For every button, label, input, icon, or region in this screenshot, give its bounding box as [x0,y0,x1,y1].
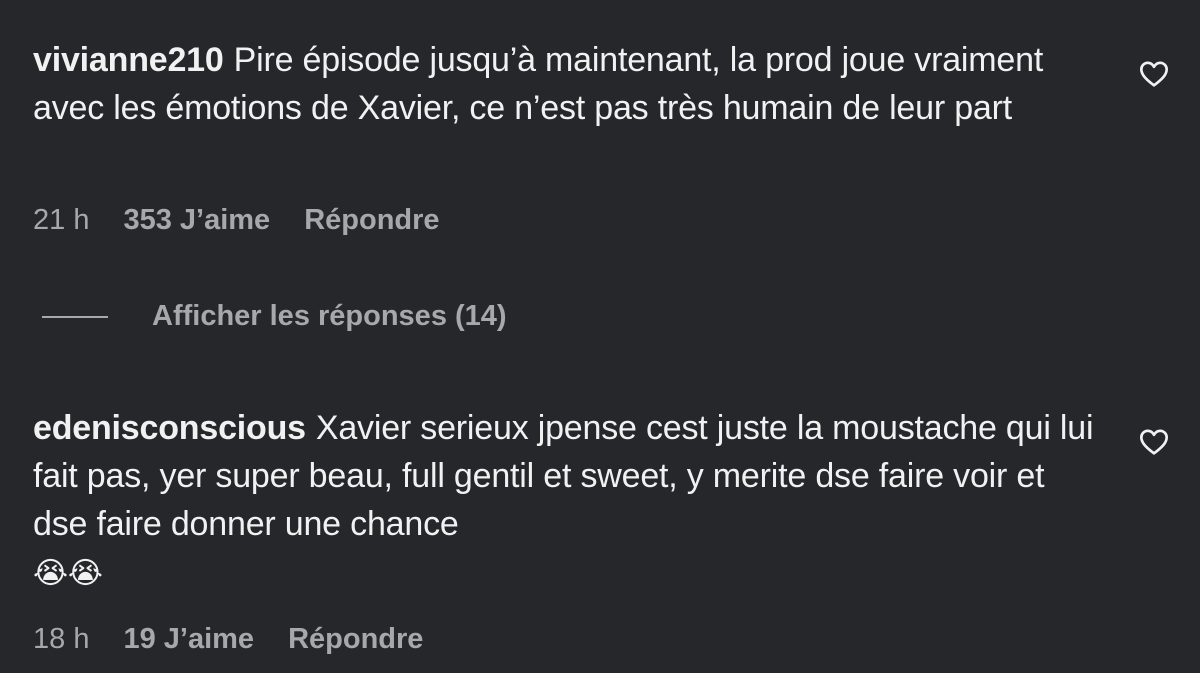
view-replies-button[interactable]: Afficher les réponses (14) [42,300,507,333]
comment-timestamp: 18 h [33,623,90,655]
reply-button[interactable]: Répondre [304,204,439,237]
comment-timestamp: 21 h [33,204,90,236]
comment-body: edenisconscious Xavier serieux jpense ces… [33,404,1103,598]
heart-outline-icon[interactable] [1138,426,1170,458]
comment-meta: 21 h 353 J’aime Répondre [33,204,440,237]
heart-outline-icon[interactable] [1138,58,1170,90]
replies-divider-line [42,315,108,318]
comment-meta: 18 h 19 J’aime Répondre [33,623,423,656]
comment: vivianne210 Pire épisode jusqu’à maintena… [33,36,1113,132]
comment-username[interactable]: vivianne210 [33,41,224,79]
comment-body: vivianne210 Pire épisode jusqu’à maintena… [33,36,1103,132]
crying-emoji: 😭😭 [33,557,103,590]
comment-username[interactable]: edenisconscious [33,409,306,447]
view-replies-label[interactable]: Afficher les réponses (14) [152,300,507,333]
likes-count[interactable]: 19 J’aime [123,623,254,656]
comment: edenisconscious Xavier serieux jpense ces… [33,404,1113,598]
reply-button[interactable]: Répondre [288,623,423,656]
likes-count[interactable]: 353 J’aime [123,204,270,237]
